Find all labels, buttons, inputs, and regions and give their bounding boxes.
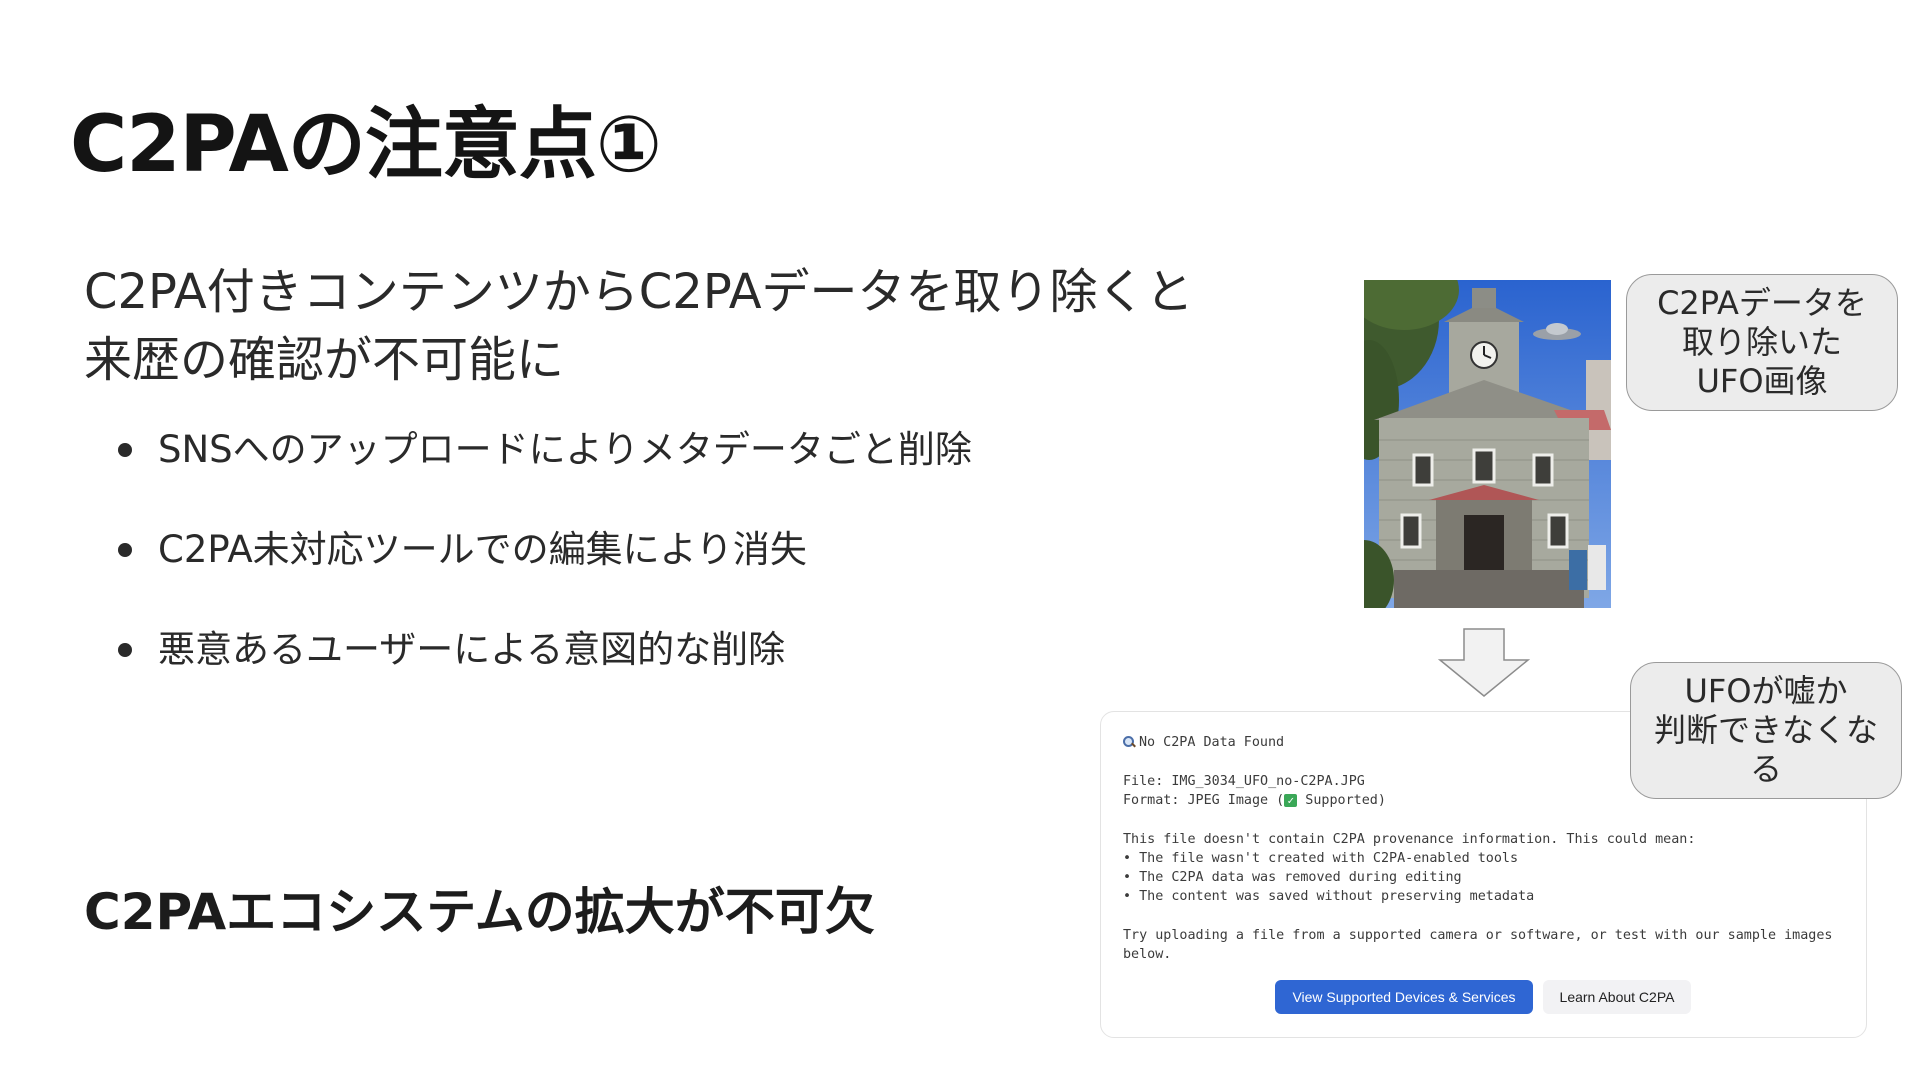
try-line: Try uploading a file from a supported ca… (1123, 928, 1833, 943)
format-line: Format: JPEG Image (✓ Supported) (1123, 793, 1386, 808)
file-line: File: IMG_3034_UFO_no-C2PA.JPG (1123, 774, 1365, 789)
bullet-dot-icon (118, 443, 132, 457)
format-prefix: Format: JPEG Image ( (1123, 793, 1285, 808)
clocktower-image (1364, 280, 1611, 608)
down-arrow-icon (1438, 628, 1530, 697)
view-supported-devices-button[interactable]: View Supported Devices & Services (1275, 980, 1533, 1014)
callout-line: 取り除いた (1681, 323, 1842, 361)
try-line: below. (1123, 947, 1172, 962)
lead-text: C2PA付きコンテンツからC2PAデータを取り除くと 来歴の確認が不可能に (84, 258, 1224, 394)
bullet-item: SNSへのアップロードによりメタデータごと削除 (118, 420, 972, 520)
callout-line: UFOが嘘か (1684, 672, 1848, 710)
bullet-text: SNSへのアップロードによりメタデータごと削除 (158, 428, 972, 471)
bullet-text: C2PA未対応ツールでの編集により消失 (158, 528, 807, 571)
panel-heading-text: No C2PA Data Found (1139, 735, 1285, 750)
reason-line: • The C2PA data was removed during editi… (1123, 870, 1462, 885)
callout-line: C2PAデータを (1657, 284, 1867, 322)
conclusion-text: C2PAエコシステムの拡大が不可欠 (84, 883, 875, 941)
bullet-text: 悪意あるユーザーによる意図的な削除 (158, 628, 786, 671)
bullet-dot-icon (118, 543, 132, 557)
magnifier-icon (1123, 736, 1136, 748)
bullet-item: 悪意あるユーザーによる意図的な削除 (118, 620, 972, 720)
callout-removed-c2pa: C2PAデータを 取り除いた UFO画像 (1626, 274, 1898, 411)
format-suffix: Supported) (1297, 793, 1386, 808)
bullet-list: SNSへのアップロードによりメタデータごと削除 C2PA未対応ツールでの編集によ… (118, 420, 972, 720)
reason-line: • The file wasn't created with C2PA-enab… (1123, 851, 1519, 866)
ufo-clocktower-photo (1364, 280, 1611, 608)
callout-line: 判断できなくな (1653, 711, 1878, 749)
learn-about-c2pa-button[interactable]: Learn About C2PA (1543, 980, 1691, 1014)
callout-ufo-undetectable: UFOが嘘か 判断できなくな る (1630, 662, 1902, 799)
reason-line: • The content was saved without preservi… (1123, 889, 1535, 904)
panel-heading: No C2PA Data Found (1123, 735, 1284, 750)
bullet-dot-icon (118, 643, 132, 657)
slide-title: C2PAの注意点① (70, 100, 662, 190)
intro-line: This file doesn't contain C2PA provenanc… (1123, 832, 1696, 847)
callout-line: る (1749, 750, 1782, 788)
lead-line-1: C2PA付きコンテンツからC2PAデータを取り除くと (84, 264, 1194, 320)
callout-line: UFO画像 (1696, 362, 1828, 400)
check-icon: ✓ (1284, 793, 1298, 807)
bullet-item: C2PA未対応ツールでの編集により消失 (118, 520, 972, 620)
lead-line-2: 来歴の確認が不可能に (84, 332, 565, 388)
